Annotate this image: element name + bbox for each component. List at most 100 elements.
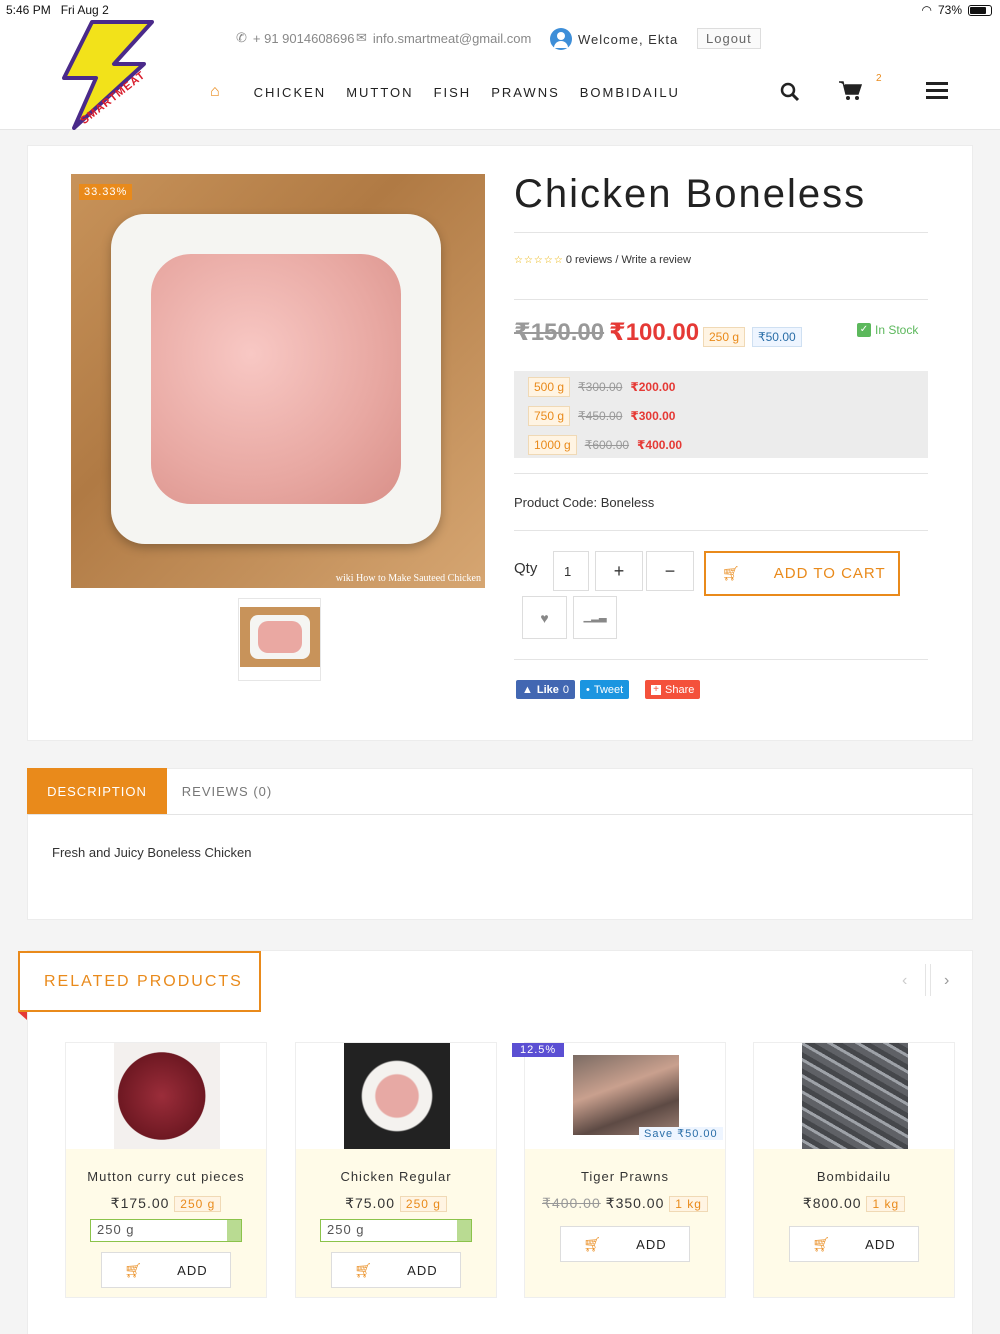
- product-main-image[interactable]: wiki How to Make Sauteed Chicken: [71, 174, 485, 588]
- battery-icon: [968, 4, 992, 16]
- related-product-card[interactable]: Bombidailu ₹800.00 1 kg 🛒︎ ADD: [753, 1042, 955, 1298]
- qty-increase-button[interactable]: +: [595, 551, 643, 591]
- variant-row[interactable]: 500 g ₹300.00 ₹200.00: [528, 377, 675, 397]
- home-icon[interactable]: ⌂: [210, 83, 222, 101]
- battery-percent: 73%: [937, 3, 962, 17]
- add-button[interactable]: 🛒︎ ADD: [560, 1226, 690, 1262]
- phone-icon: ✆: [236, 30, 247, 45]
- related-product-card[interactable]: Mutton curry cut pieces ₹175.00 250 g 25…: [65, 1042, 267, 1298]
- related-product-image[interactable]: [344, 1043, 450, 1149]
- variant-row[interactable]: 1000 g ₹600.00 ₹400.00: [528, 435, 682, 455]
- status-time: 5:46 PM Fri Aug 2: [6, 3, 109, 17]
- rating-stars-icon: ☆☆☆☆☆: [514, 254, 564, 266]
- compare-button[interactable]: ▁▂▃: [573, 596, 617, 639]
- add-to-cart-label: ADD TO CART: [773, 565, 886, 582]
- qty-decrease-button[interactable]: −: [646, 551, 694, 591]
- cart-icon: 🛒︎: [722, 565, 740, 581]
- facebook-like-button[interactable]: ▲ Like 0: [516, 680, 576, 699]
- qty-input[interactable]: 1: [553, 551, 589, 591]
- related-product-name[interactable]: Tiger Prawns: [525, 1169, 725, 1184]
- nav-chicken[interactable]: CHICKEN: [254, 85, 327, 100]
- image-watermark: wiki How to Make Sauteed Chicken: [335, 573, 481, 584]
- share-button[interactable]: + Share: [645, 680, 701, 699]
- product-code: Product Code: Boneless: [514, 495, 655, 510]
- email-contact[interactable]: ✉ info.smartmeat@gmail.com: [356, 30, 531, 46]
- variant-table: 500 g ₹300.00 ₹200.00 750 g ₹450.00 ₹300…: [514, 371, 928, 458]
- cart-icon: 🛒︎: [583, 1235, 603, 1252]
- nav-mutton[interactable]: MUTTON: [346, 85, 413, 100]
- tab-description[interactable]: DESCRIPTION: [27, 768, 167, 814]
- email-address: info.smartmeat@gmail.com: [372, 30, 532, 46]
- related-product-name[interactable]: Chicken Regular: [296, 1169, 496, 1184]
- site-header: SMARTMEAT ✆ + 91 9014608696 ✉ info.smart…: [0, 20, 1000, 130]
- related-product-card[interactable]: Chicken Regular ₹75.00 250 g 250 g 🛒︎ ADD: [295, 1042, 497, 1298]
- related-product-price: ₹800.00 1 kg: [754, 1195, 954, 1212]
- nav-prawns[interactable]: PRAWNS: [491, 85, 560, 100]
- thumbs-up-icon: ▲: [522, 683, 533, 696]
- logout-button[interactable]: Logout: [697, 28, 761, 49]
- reviews-link[interactable]: 0 reviews / Write a review: [566, 254, 691, 266]
- wifi-icon: ◠: [921, 3, 932, 17]
- wishlist-button[interactable]: ♥: [522, 596, 567, 639]
- add-to-cart-button[interactable]: 🛒︎ ADD TO CART: [704, 551, 900, 596]
- status-bar: 5:46 PM Fri Aug 2 ◠ 73%: [0, 0, 1000, 20]
- related-product-price: ₹400.00 ₹350.00 1 kg: [525, 1195, 725, 1212]
- qty-label: Qty: [514, 560, 538, 577]
- search-icon[interactable]: [780, 82, 800, 102]
- related-product-name[interactable]: Mutton curry cut pieces: [66, 1169, 266, 1184]
- cart-icon: 🛒︎: [354, 1261, 374, 1278]
- check-icon: ✓: [857, 323, 871, 337]
- related-title: RELATED PRODUCTS: [44, 972, 243, 990]
- related-product-name[interactable]: Bombidailu: [754, 1169, 954, 1184]
- add-button[interactable]: 🛒︎ ADD: [101, 1252, 231, 1288]
- cart-icon: 🛒︎: [812, 1235, 832, 1252]
- related-product-price: ₹75.00 250 g: [296, 1195, 496, 1212]
- nav-fish[interactable]: FISH: [434, 85, 472, 100]
- rating-row: ☆☆☆☆☆ 0 reviews / Write a review: [514, 254, 691, 266]
- weight-select[interactable]: 250 g: [90, 1219, 242, 1242]
- cart-icon: 🛒︎: [124, 1261, 144, 1278]
- related-title-corner: [18, 1012, 27, 1020]
- logo[interactable]: SMARTMEAT: [52, 20, 162, 130]
- tweet-button[interactable]: • Tweet: [580, 680, 630, 699]
- discount-badge: 33.33%: [79, 184, 133, 200]
- carousel-next-icon[interactable]: ›: [944, 972, 949, 990]
- phone-contact[interactable]: ✆ + 91 9014608696: [236, 30, 354, 46]
- twitter-icon: •: [586, 683, 590, 696]
- related-product-image[interactable]: [114, 1043, 220, 1149]
- status-right: ◠ 73%: [921, 3, 992, 17]
- related-product-image[interactable]: [802, 1043, 908, 1149]
- cart-count-badge: 2: [876, 73, 882, 84]
- stock-status: ✓ In Stock: [857, 323, 918, 337]
- phone-number: + 91 9014608696: [252, 30, 355, 46]
- cart-icon[interactable]: [838, 80, 863, 102]
- add-button[interactable]: 🛒︎ ADD: [331, 1252, 461, 1288]
- related-product-card[interactable]: 12.5% Save ₹50.00 Tiger Prawns ₹400.00 ₹…: [512, 1042, 726, 1298]
- save-badge: Save ₹50.00: [639, 1127, 723, 1140]
- nav-bombidailu[interactable]: BOMBIDAILU: [580, 85, 680, 100]
- variant-row[interactable]: 750 g ₹450.00 ₹300.00: [528, 406, 675, 426]
- related-product-price: ₹175.00 250 g: [66, 1195, 266, 1212]
- description-text: Fresh and Juicy Boneless Chicken: [52, 845, 252, 860]
- main-nav: ⌂ CHICKEN MUTTON FISH PRAWNS BOMBIDAILU: [210, 83, 680, 101]
- carousel-prev-icon[interactable]: ‹: [902, 972, 907, 990]
- save-badge: ₹50.00: [752, 327, 802, 347]
- qty-value: 1: [564, 564, 572, 579]
- product-title: Chicken Boneless: [514, 172, 867, 216]
- tab-reviews[interactable]: REVIEWS (0): [167, 768, 287, 814]
- user-welcome[interactable]: Welcome, Ekta: [550, 28, 678, 50]
- related-title-box: RELATED PRODUCTS: [18, 951, 261, 1012]
- welcome-text: Welcome, Ekta: [578, 31, 679, 47]
- product-thumbnail[interactable]: [238, 598, 321, 681]
- user-icon: [550, 28, 572, 50]
- weight-select[interactable]: 250 g: [320, 1219, 472, 1242]
- old-price: ₹150.00: [514, 319, 605, 346]
- current-price: ₹100.00: [609, 319, 700, 346]
- heart-icon: ♥: [540, 609, 549, 626]
- related-product-image[interactable]: [573, 1055, 679, 1135]
- menu-icon[interactable]: [926, 82, 948, 100]
- add-button[interactable]: 🛒︎ ADD: [789, 1226, 919, 1262]
- mail-icon: ✉: [356, 30, 367, 45]
- discount-badge: 12.5%: [512, 1043, 565, 1057]
- stock-text: In Stock: [875, 323, 919, 337]
